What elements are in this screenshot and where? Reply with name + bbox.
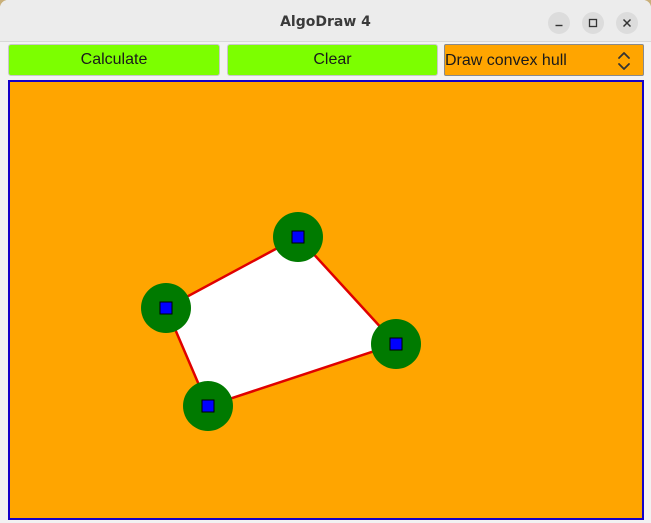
convex-hull-polygon [164,235,398,408]
mode-select[interactable]: Draw convex hull [444,44,644,76]
maximize-button[interactable] [582,12,604,34]
hull-drawing [141,212,421,431]
close-icon [622,18,632,28]
app-window: AlgoDraw 4 Calculate Clear Draw convex h… [0,0,651,523]
drawing-canvas[interactable] [8,80,644,520]
calculate-button[interactable]: Calculate [8,44,220,76]
minimize-button[interactable] [548,12,570,34]
hull-point[interactable] [273,212,323,262]
mode-select-value: Draw convex hull [445,52,567,69]
clear-button-label: Clear [313,51,352,68]
calculate-button-label: Calculate [80,51,148,68]
maximize-icon [588,18,598,28]
hull-point[interactable] [371,319,421,369]
hull-point[interactable] [183,381,233,431]
minimize-icon [555,24,563,27]
clear-button[interactable]: Clear [227,44,438,76]
updown-chevron-icon [618,52,630,70]
hull-point[interactable] [141,283,191,333]
title-bar[interactable]: AlgoDraw 4 [0,0,651,42]
close-button[interactable] [616,12,638,34]
